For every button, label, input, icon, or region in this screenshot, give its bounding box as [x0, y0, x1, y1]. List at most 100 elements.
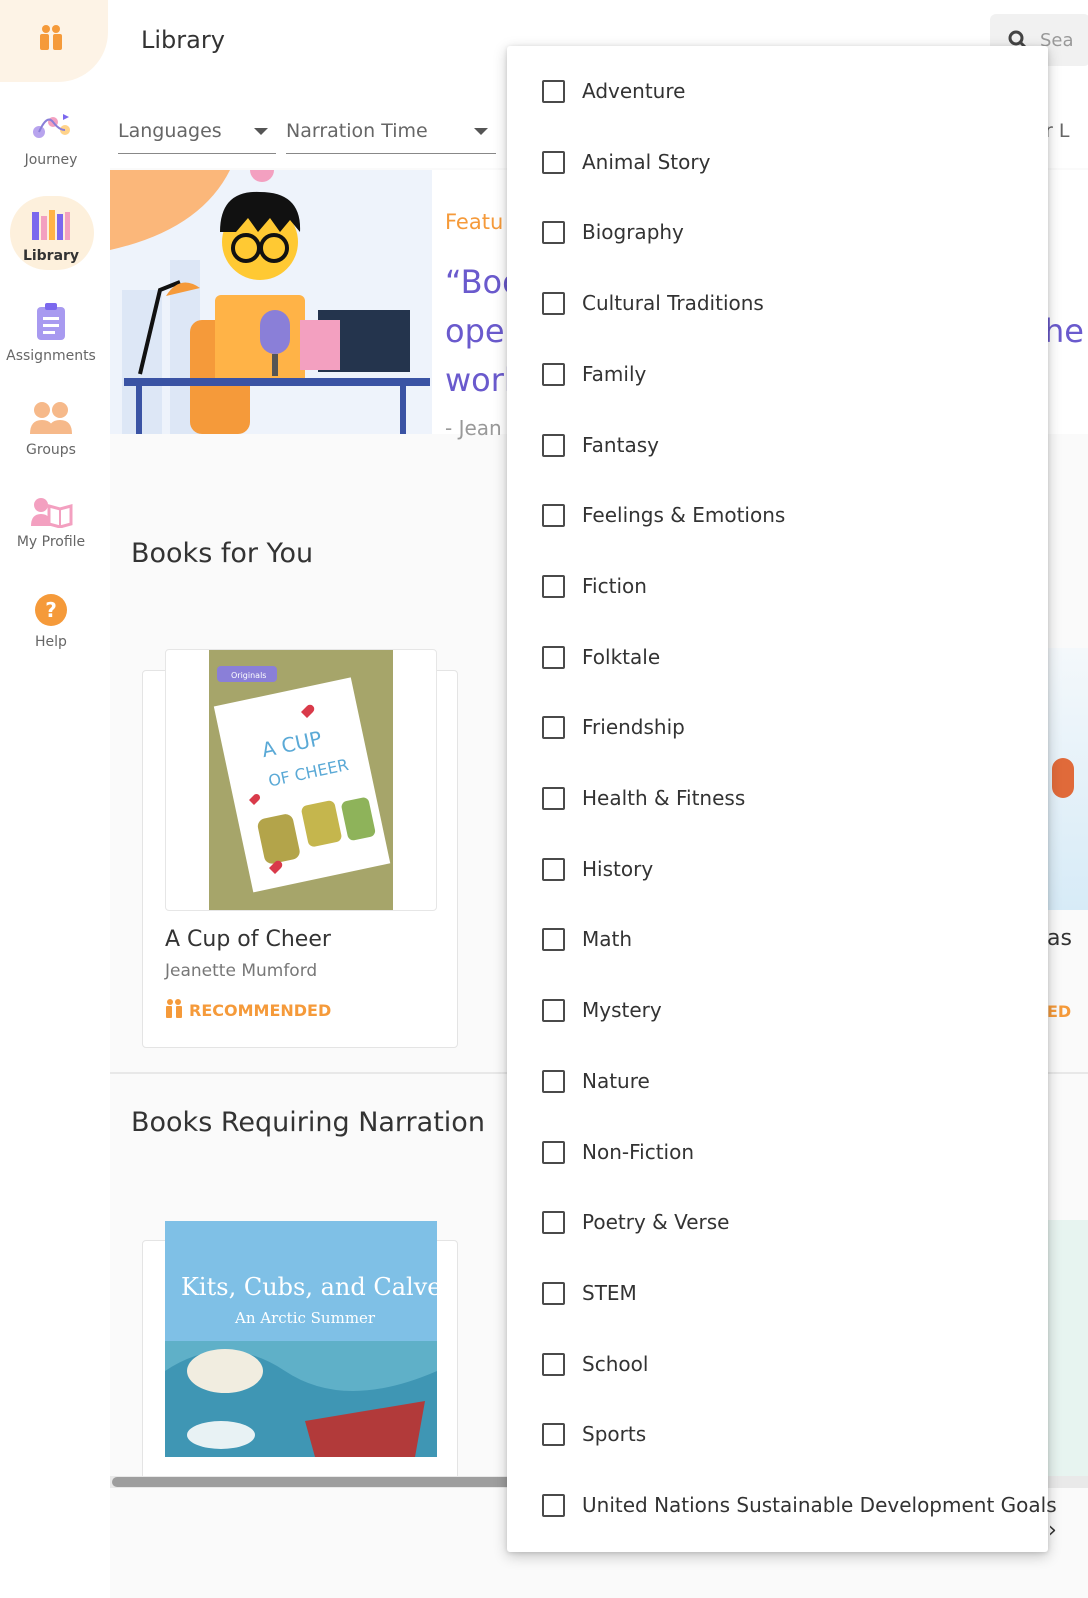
genre-option[interactable]: Poetry & Verse — [507, 1188, 1048, 1258]
genre-option[interactable]: Non-Fiction — [507, 1118, 1048, 1188]
genre-option[interactable]: Biography — [507, 198, 1048, 268]
checkbox[interactable] — [542, 1069, 565, 1093]
checkbox[interactable] — [542, 1494, 565, 1517]
sidebar-item-label: Help — [35, 634, 67, 650]
checkbox[interactable] — [542, 1140, 565, 1164]
genre-option[interactable]: School — [507, 1330, 1048, 1400]
genre-option-label: Biography — [582, 220, 684, 245]
checkbox[interactable] — [542, 928, 565, 952]
gift-icon — [166, 999, 182, 1018]
genre-option[interactable]: Fantasy — [507, 411, 1048, 481]
genre-option-label: School — [582, 1351, 649, 1376]
genre-option-label: Sports — [582, 1422, 647, 1447]
book-card[interactable]: A CUP OF CHEER Originals A Cup of Cheer … — [142, 649, 458, 1048]
checkbox[interactable] — [542, 150, 565, 174]
genre-option-label: Family — [582, 361, 647, 386]
checkbox[interactable] — [542, 1281, 565, 1305]
genre-option[interactable]: Health & Fitness — [507, 764, 1048, 834]
genre-option[interactable]: Friendship — [507, 693, 1048, 763]
checkbox[interactable] — [542, 787, 565, 810]
genre-option[interactable]: Sports — [507, 1400, 1048, 1470]
book-card[interactable]: Kits, Cubs, and Calves An Arctic Summer — [142, 1221, 458, 1480]
reading-level-select[interactable]: r L — [1045, 120, 1069, 142]
narration-time-label: Narration Time — [286, 120, 428, 142]
groups-icon — [30, 402, 72, 434]
badge-peek: ED — [1047, 1002, 1072, 1021]
genre-option-label: United Nations Sustainable Development G… — [582, 1493, 1057, 1517]
sidebar-item-library[interactable]: Library — [0, 208, 102, 264]
genre-option[interactable]: Animal Story — [507, 128, 1048, 198]
sidebar-item-label: Assignments — [6, 348, 96, 364]
sidebar-item-journey[interactable]: Journey — [0, 110, 102, 168]
genre-dropdown[interactable]: Adventure Animal Story Biography Cultural T… — [507, 46, 1057, 1552]
genre-option-label: Fiction — [582, 573, 647, 598]
languages-select[interactable]: Languages — [118, 114, 276, 154]
checkbox[interactable] — [542, 362, 565, 386]
checkbox[interactable] — [542, 645, 565, 669]
sidebar-item-label: Groups — [26, 442, 76, 458]
logo[interactable] — [0, 0, 108, 82]
help-icon: ? — [35, 594, 67, 626]
genre-option[interactable]: History — [507, 835, 1048, 905]
sidebar-item-assignments[interactable]: Assignments — [0, 302, 102, 364]
checkbox[interactable] — [542, 80, 565, 103]
chevron-right-icon[interactable]: › — [1048, 1518, 1057, 1543]
genre-option-label: STEM — [582, 1280, 637, 1305]
library-icon — [32, 210, 70, 240]
page-title: Library — [141, 26, 225, 54]
genre-option-label: Feelings & Emotions — [582, 503, 786, 528]
book-title-peek: as — [1047, 926, 1072, 951]
checkbox[interactable] — [542, 292, 565, 316]
book-cover[interactable]: A CUP OF CHEER Originals — [165, 649, 437, 911]
genre-option-label: Animal Story — [582, 149, 711, 174]
checkbox[interactable] — [542, 1211, 565, 1235]
cover-brand: Originals — [231, 671, 266, 680]
sidebar-item-groups[interactable]: Groups — [0, 400, 102, 458]
genre-option-label: Adventure — [582, 79, 686, 103]
genre-option-label: Math — [582, 927, 633, 952]
featured-label: Featu — [445, 210, 504, 234]
book-cover-peek[interactable] — [1046, 648, 1088, 910]
genre-option[interactable]: United Nations Sustainable Development G… — [507, 1471, 1057, 1541]
chevron-down-icon — [474, 128, 488, 135]
narrator-illustration — [110, 170, 432, 434]
checkbox[interactable] — [542, 221, 565, 245]
genre-option[interactable]: STEM — [507, 1259, 1048, 1329]
badge-label: RECOMMENDED — [189, 1001, 332, 1020]
genre-option[interactable]: Folktale — [507, 623, 1048, 693]
scrollbar-thumb[interactable] — [112, 1477, 542, 1487]
genre-option[interactable]: Feelings & Emotions — [507, 481, 1048, 551]
genre-option[interactable]: Nature — [507, 1047, 1048, 1117]
sidebar-item-my-profile[interactable]: My Profile — [0, 496, 102, 550]
checkbox[interactable] — [542, 716, 565, 740]
checkbox[interactable] — [542, 574, 565, 598]
chevron-down-icon — [254, 128, 268, 135]
checkbox[interactable] — [542, 999, 565, 1023]
genre-option[interactable]: Math — [507, 905, 1048, 975]
checkbox[interactable] — [542, 857, 565, 881]
genre-option[interactable]: Cultural Traditions — [507, 269, 1048, 339]
genre-option[interactable]: Fiction — [507, 552, 1048, 622]
checkbox[interactable] — [542, 1423, 565, 1447]
genre-option[interactable]: Mystery — [507, 976, 1048, 1046]
book-title: A Cup of Cheer — [165, 927, 331, 952]
genre-option-label: Cultural Traditions — [582, 291, 764, 316]
genre-option-label: Friendship — [582, 715, 685, 740]
checkbox[interactable] — [542, 504, 565, 528]
profile-icon — [31, 498, 73, 528]
book-cover-image: Kits, Cubs, and Calves An Arctic Summer — [165, 1221, 437, 1457]
sidebar-item-help[interactable]: ? Help — [0, 592, 102, 650]
genre-option-label: Folktale — [582, 644, 661, 669]
svg-text:?: ? — [45, 598, 57, 622]
genre-option[interactable]: Adventure — [507, 57, 1048, 127]
book-cover-peek[interactable] — [1048, 1220, 1088, 1476]
cover-title-2: An Arctic Summer — [234, 1309, 376, 1327]
narration-time-select[interactable]: Narration Time — [286, 114, 496, 154]
genre-option[interactable]: Family — [507, 340, 1048, 410]
recommended-badge: RECOMMENDED — [165, 999, 331, 1020]
assignments-icon — [37, 303, 65, 340]
checkbox[interactable] — [542, 433, 565, 457]
section-title-books-for-you: Books for You — [131, 538, 314, 569]
checkbox[interactable] — [542, 1352, 565, 1376]
genre-option-label: Fantasy — [582, 432, 659, 457]
